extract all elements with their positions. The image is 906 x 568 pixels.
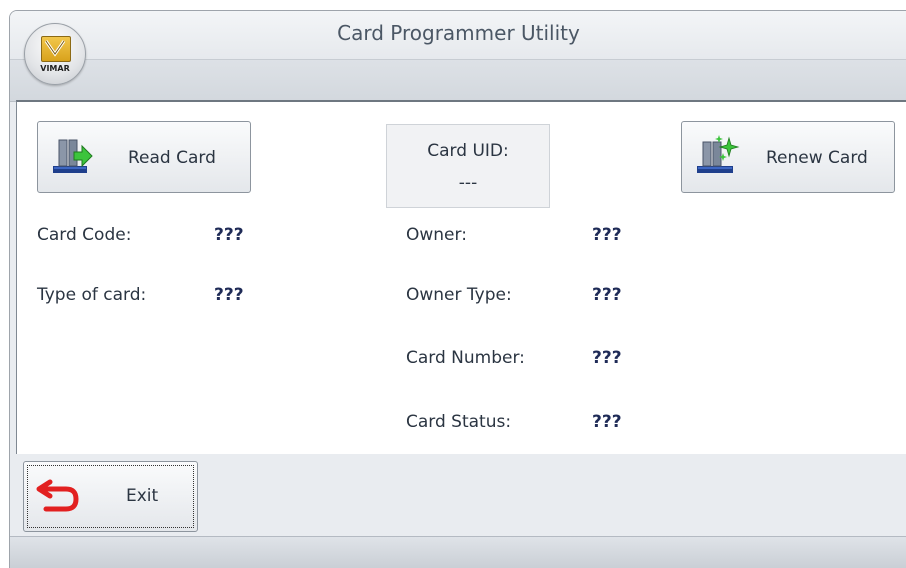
owner-value: ??? xyxy=(592,225,622,245)
vimar-logo-icon xyxy=(41,36,71,62)
exit-label: Exit xyxy=(126,486,159,506)
owner-label: Owner: xyxy=(406,225,467,245)
exit-button[interactable]: Exit xyxy=(23,461,198,532)
card-status-label: Card Status: xyxy=(406,412,512,432)
title-bar: Card Programmer Utility xyxy=(10,11,906,59)
app-window: Card Programmer Utility VIMAR Read Card … xyxy=(9,10,906,568)
card-number-label: Card Number: xyxy=(406,348,525,368)
card-status-value: ??? xyxy=(592,412,622,432)
owner-type-label: Owner Type: xyxy=(406,285,512,305)
card-uid-label: Card UID: xyxy=(427,141,509,161)
card-code-label: Card Code: xyxy=(37,225,132,245)
bottom-bar: Exit xyxy=(16,454,906,536)
exit-arrow-icon xyxy=(36,479,79,512)
card-uid-value: --- xyxy=(458,173,478,193)
card-code-value: ??? xyxy=(214,225,244,245)
owner-type-value: ??? xyxy=(592,285,622,305)
logo-text: VIMAR xyxy=(40,64,70,73)
window-title: Card Programmer Utility xyxy=(337,21,580,45)
type-of-card-label: Type of card: xyxy=(37,285,147,305)
type-of-card-value: ??? xyxy=(214,285,244,305)
renew-card-icon xyxy=(697,135,740,173)
card-uid-box: Card UID: --- xyxy=(386,124,550,208)
app-menu-button[interactable]: VIMAR xyxy=(24,23,86,85)
read-card-label: Read Card xyxy=(128,148,216,168)
read-card-button[interactable]: Read Card xyxy=(37,121,251,193)
card-info-panel: Read Card Card UID: --- Renew Card Card … xyxy=(16,100,906,457)
read-card-icon xyxy=(53,139,93,173)
status-bar xyxy=(10,536,906,568)
renew-card-label: Renew Card xyxy=(766,148,868,168)
renew-card-button[interactable]: Renew Card xyxy=(681,121,895,193)
card-number-value: ??? xyxy=(592,348,622,368)
ribbon-strip xyxy=(10,59,906,102)
